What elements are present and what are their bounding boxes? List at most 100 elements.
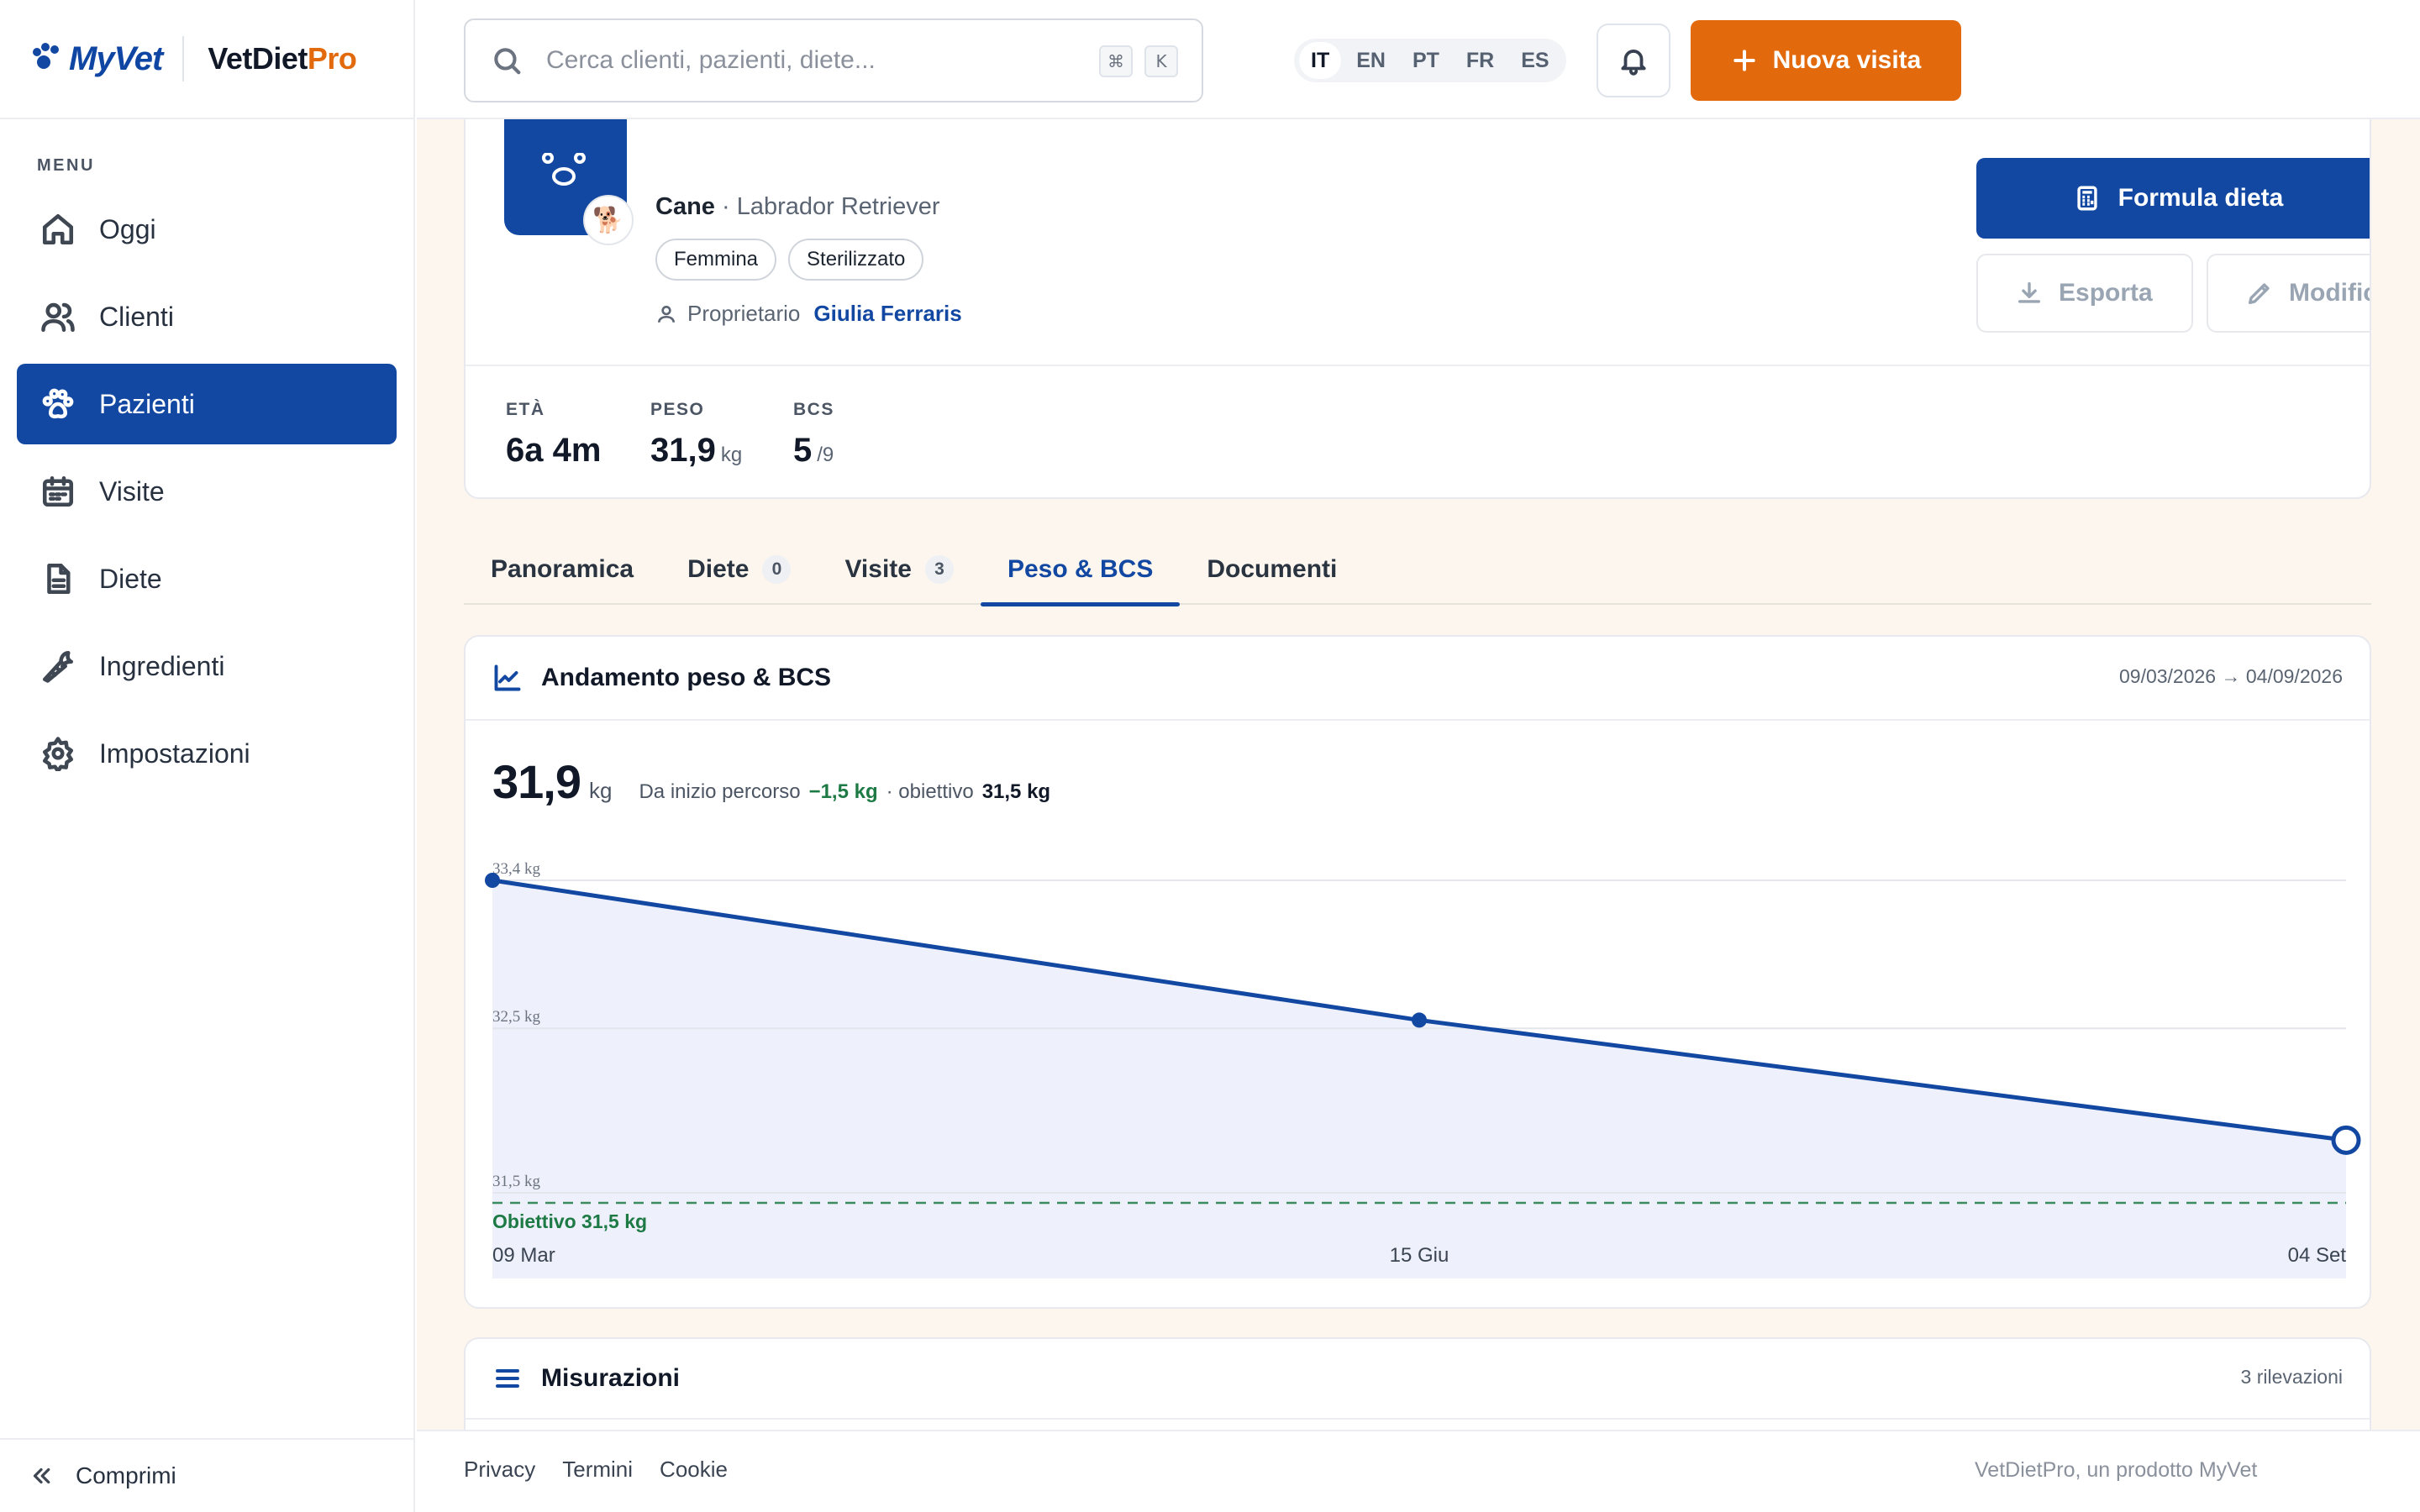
tab-visite[interactable]: Visite 3 [818, 534, 981, 605]
footer-credit: VetDietPro, un prodotto MyVet [1975, 1458, 2258, 1482]
weight-point [1412, 1012, 1427, 1028]
export-button[interactable]: Esporta [1976, 254, 2193, 333]
tab-label: Peso & BCS [1007, 555, 1154, 583]
weight-point [485, 873, 500, 888]
sidebar-item-oggi[interactable]: Oggi [17, 189, 397, 270]
gear-icon [42, 737, 74, 771]
tag-neutered: Sterilizzato [788, 239, 924, 281]
footer: Privacy Termini Cookie VetDietPro, un pr… [417, 1430, 2420, 1512]
stat-label: BCS [793, 400, 834, 419]
collapse-sidebar-button[interactable]: Comprimi [0, 1438, 415, 1512]
y-tick-label: 31,5 kg [492, 1173, 541, 1190]
tab-peso-bcs[interactable]: Peso & BCS [980, 534, 1181, 606]
x-tick-label: 15 Giu [1390, 1244, 1449, 1267]
sidebar-item-label: Impostazioni [99, 738, 250, 769]
tab-count: 3 [924, 555, 954, 584]
species-name: Cane [655, 193, 715, 220]
main-nav: Oggi Clienti Pazienti Visite Diete Ingre… [0, 189, 413, 794]
sidebar-item-label: Pazienti [99, 388, 195, 419]
formula-diet-button[interactable]: Formula dieta [1976, 158, 2370, 239]
weight-chart-card: Andamento peso & BCS 09/03/2026 → 04/09/… [464, 635, 2371, 1309]
stat-age: ETÀ 6a 4m [506, 400, 601, 470]
stat-value: 5/9 [793, 432, 834, 470]
sidebar-item-label: Diete [99, 563, 162, 594]
vetdietpro-logo[interactable]: VetDietPro [208, 41, 357, 76]
stat-value: 31,9 kg [650, 432, 742, 470]
lang-es[interactable]: ES [1509, 42, 1560, 79]
weight-unit: kg [720, 444, 743, 466]
footer-link-privacy[interactable]: Privacy [464, 1457, 535, 1483]
tab-label: Visite [844, 555, 912, 583]
paw-logo-icon [33, 43, 59, 69]
calculator-icon [2077, 186, 2097, 211]
footer-links: Privacy Termini Cookie [464, 1457, 728, 1483]
bcs-unit: /9 [817, 444, 834, 466]
bell-icon [1621, 50, 1646, 76]
tab-documenti[interactable]: Documenti [1180, 534, 1364, 605]
myvet-logo-text: MyVet [69, 39, 163, 77]
list-icon [496, 1369, 519, 1388]
new-visit-label: Nuova visita [1772, 46, 1922, 74]
edit-label: Modifica [2289, 279, 2370, 307]
lang-pt[interactable]: PT [1401, 42, 1451, 79]
breed-name: · Labrador Retriever [721, 193, 940, 220]
lang-it[interactable]: IT [1299, 42, 1342, 79]
stat-weight: PESO 31,9 kg [650, 400, 742, 470]
y-tick-label: 32,5 kg [492, 1008, 541, 1026]
measurements-title: Misurazioni [541, 1364, 681, 1392]
weight-chart: 33,4 kg 32,5 kg 31,5 kg Obiettivo 31,5 kg 09… [485, 860, 2361, 1278]
tag-sex: Femmina [655, 239, 777, 281]
dog-icon: 🐕 [592, 206, 624, 234]
myvet-logo[interactable]: MyVet [30, 39, 163, 78]
sidebar-item-ingredienti[interactable]: Ingredienti [17, 626, 397, 706]
patient-tabs: Panoramica Diete 0 Visite 3 Peso & BCS Doc… [464, 534, 2371, 606]
language-switcher: IT EN PT FR ES [1294, 39, 1566, 82]
brand-divider [182, 36, 185, 81]
footer-link-cookie[interactable]: Cookie [660, 1457, 728, 1483]
formula-diet-label: Formula dieta [2118, 184, 2284, 212]
footer-link-terms[interactable]: Termini [562, 1457, 633, 1483]
weight-value: 31,9 [650, 432, 716, 469]
shortcut-key-k: K [1144, 45, 1178, 77]
paw-icon [42, 388, 74, 419]
search-input[interactable]: Cerca clienti, pazienti, diete... ⌘ K [464, 18, 1203, 102]
tab-label: Panoramica [491, 555, 634, 583]
measurements-header: Misurazioni [466, 1339, 2370, 1420]
sidebar-item-impostazioni[interactable]: Impostazioni [17, 713, 397, 794]
tab-panoramica[interactable]: Panoramica [464, 534, 660, 605]
current-weight-point [2331, 1125, 2361, 1155]
sidebar-item-diete[interactable]: Diete [17, 538, 397, 619]
new-visit-button[interactable]: Nuova visita [1691, 20, 1961, 101]
sidebar-item-label: Visite [99, 475, 165, 507]
age-value: 6a 4m [506, 432, 602, 469]
user-icon [658, 305, 675, 323]
sidebar-item-pazienti[interactable]: Pazienti [17, 364, 397, 444]
search-icon [494, 48, 521, 75]
sidebar: MyVet VetDietPro MENU Oggi Clienti Pazie… [0, 0, 415, 1512]
plus-icon [1733, 50, 1755, 71]
lang-fr[interactable]: FR [1455, 42, 1506, 79]
export-label: Esporta [2059, 279, 2153, 307]
sidebar-item-clienti[interactable]: Clienti [17, 276, 397, 357]
owner-link[interactable]: Giulia Ferraris [813, 301, 961, 327]
lang-en[interactable]: EN [1344, 42, 1397, 79]
stat-value: 6a 4m [506, 432, 601, 470]
tab-count: 0 [762, 555, 792, 584]
patient-stats: ETÀ 6a 4m PESO 31,9 kg BCS 5/9 [466, 365, 2370, 497]
notifications-button[interactable] [1597, 24, 1670, 97]
bcs-value: 5 [793, 432, 813, 469]
calendar-icon [42, 475, 74, 507]
double-chevron-left-icon [33, 1467, 50, 1484]
tab-label: Diete [687, 555, 750, 583]
vetdietpro-logo-text: VetDiet [208, 41, 308, 76]
topbar: Cerca clienti, pazienti, diete... ⌘ K IT… [417, 0, 2420, 119]
tab-diete[interactable]: Diete 0 [660, 534, 818, 605]
download-icon [2018, 281, 2041, 303]
paw-avatar-icon [542, 153, 586, 186]
edit-button[interactable]: Modifica [2207, 254, 2370, 333]
home-icon [42, 213, 74, 245]
sidebar-item-label: Ingredienti [99, 650, 225, 681]
sidebar-item-visite[interactable]: Visite [17, 451, 397, 532]
document-icon [47, 563, 71, 595]
patient-species: Cane · Labrador Retriever [655, 193, 939, 221]
